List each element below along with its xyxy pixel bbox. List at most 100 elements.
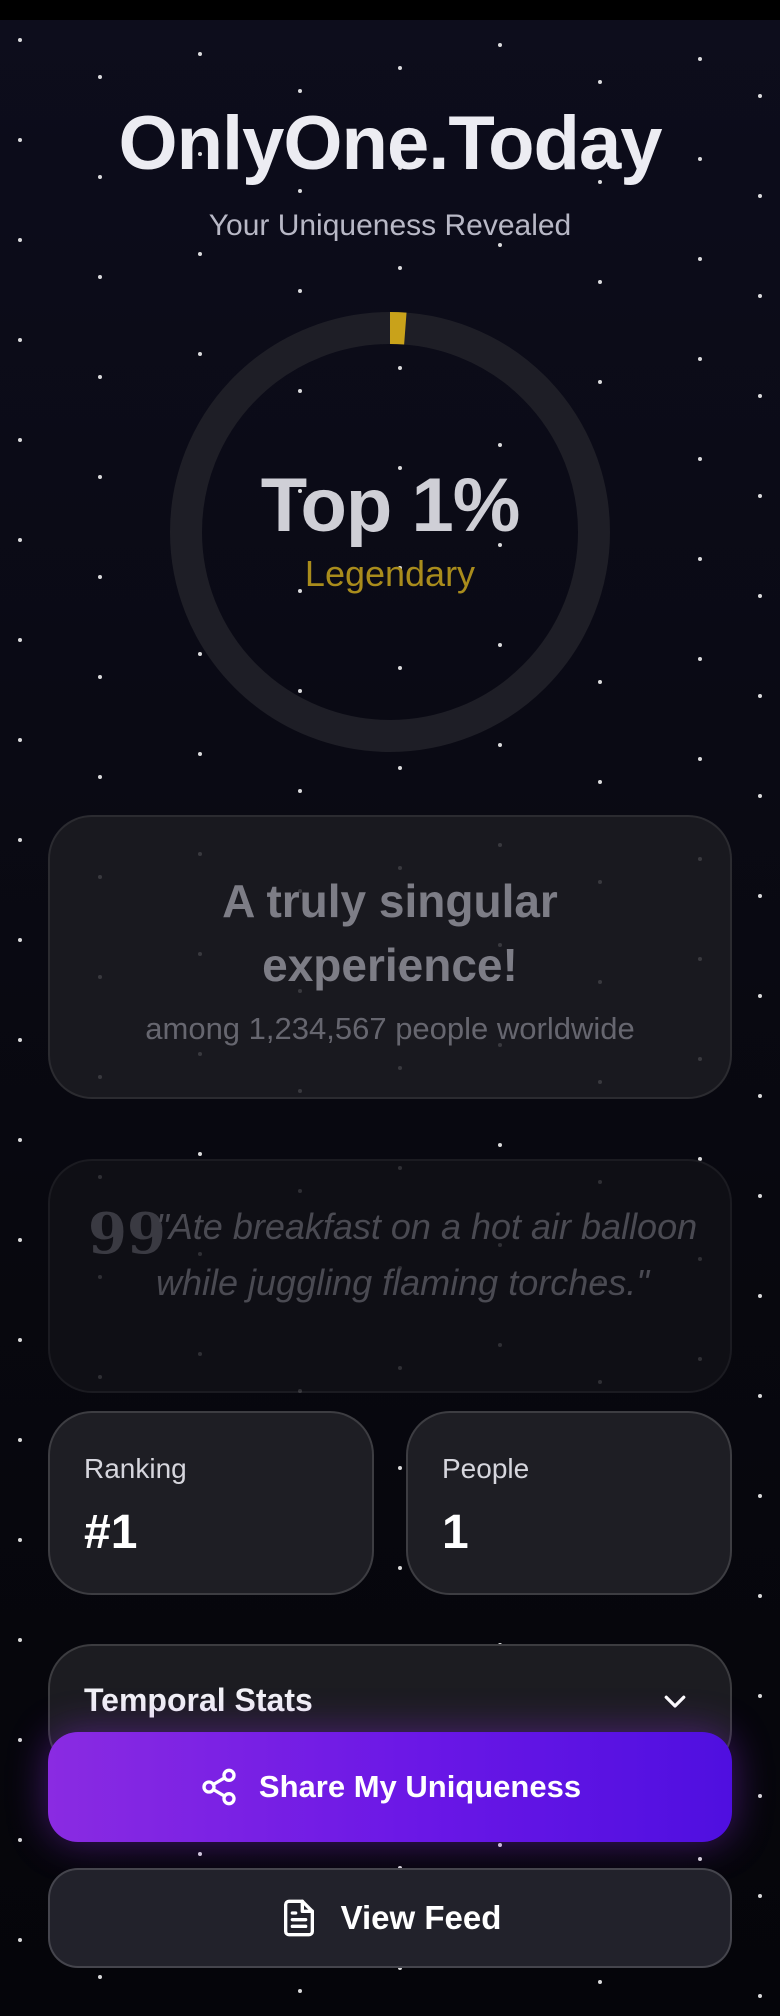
star-dot <box>698 257 702 261</box>
star-dot <box>18 938 22 942</box>
star-dot <box>698 357 702 361</box>
star-dot <box>698 457 702 461</box>
star-dot <box>758 994 762 998</box>
star-dot <box>18 1238 22 1242</box>
star-dot <box>498 43 502 47</box>
star-dot <box>758 1694 762 1698</box>
temporal-stats-title: Temporal Stats <box>84 1682 313 1718</box>
star-dot <box>198 1852 202 1856</box>
status-bar <box>0 0 780 20</box>
star-dot <box>298 89 302 93</box>
chevron-down-icon[interactable] <box>660 1686 690 1716</box>
message-card: A truly singular experience! among 1,234… <box>48 815 732 1099</box>
star-dot <box>398 1466 402 1470</box>
star-dot <box>758 794 762 798</box>
star-dot <box>398 266 402 270</box>
people-value: 1 <box>442 1506 469 1559</box>
star-dot <box>18 1138 22 1142</box>
star-dot <box>698 757 702 761</box>
ring-center: Top 1% Legendary <box>170 462 610 595</box>
star-dot <box>698 557 702 561</box>
star-dot <box>98 1975 102 1979</box>
star-dot <box>758 1194 762 1198</box>
star-dot <box>758 294 762 298</box>
star-dot <box>398 66 402 70</box>
star-dot <box>98 775 102 779</box>
star-dot <box>698 1857 702 1861</box>
star-dot <box>18 1438 22 1442</box>
star-dot <box>598 80 602 84</box>
star-dot <box>398 1566 402 1570</box>
star-dot <box>598 280 602 284</box>
uniqueness-ring: Top 1% Legendary <box>170 312 610 752</box>
star-dot <box>758 1594 762 1598</box>
star-dot <box>758 1494 762 1498</box>
star-dot <box>198 252 202 256</box>
star-dot <box>298 289 302 293</box>
message-subtitle: among 1,234,567 people worldwide <box>145 1011 635 1046</box>
star-dot <box>758 694 762 698</box>
app-subtitle: Your Uniqueness Revealed <box>208 209 572 242</box>
star-dot <box>98 575 102 579</box>
star-dot <box>758 494 762 498</box>
star-dot <box>98 375 102 379</box>
star-dot <box>198 52 202 56</box>
document-icon <box>279 1898 319 1938</box>
header: OnlyOne.Today Your Uniqueness Revealed <box>0 100 780 243</box>
star-dot <box>758 94 762 98</box>
star-dot <box>298 1989 302 1993</box>
star-dot <box>98 275 102 279</box>
star-dot <box>18 1938 22 1942</box>
star-dot <box>498 1143 502 1147</box>
star-dot <box>18 538 22 542</box>
star-dot <box>18 1538 22 1542</box>
star-dot <box>18 1038 22 1042</box>
people-label: People <box>442 1453 530 1484</box>
star-dot <box>18 638 22 642</box>
ranking-stat-card: Ranking #1 <box>48 1411 374 1595</box>
share-icon <box>199 1767 239 1807</box>
quote-text: "Ate breakfast on a hot air balloon whil… <box>156 1206 698 1303</box>
star-dot <box>18 438 22 442</box>
rank-tier: Legendary <box>304 553 476 594</box>
star-dot <box>18 1338 22 1342</box>
people-stat-card: People 1 <box>406 1411 732 1595</box>
star-dot <box>758 1794 762 1798</box>
star-dot <box>18 338 22 342</box>
rank-percentile: Top 1% <box>260 463 521 548</box>
star-dot <box>98 475 102 479</box>
star-dot <box>498 1843 502 1847</box>
star-dot <box>98 675 102 679</box>
star-dot <box>758 394 762 398</box>
star-dot <box>18 1738 22 1742</box>
quote-card: 99 "Ate breakfast on a hot air balloon w… <box>48 1159 732 1393</box>
star-dot <box>598 1980 602 1984</box>
star-dot <box>758 1394 762 1398</box>
star-dot <box>18 738 22 742</box>
share-button-label: Share My Uniqueness <box>258 1769 582 1804</box>
view-feed-button[interactable]: View Feed <box>48 1868 732 1968</box>
share-button[interactable]: Share My Uniqueness <box>48 1732 732 1842</box>
star-dot <box>758 1894 762 1898</box>
star-dot <box>198 1152 202 1156</box>
star-dot <box>698 57 702 61</box>
star-dot <box>758 1094 762 1098</box>
star-dot <box>18 838 22 842</box>
star-dot <box>198 752 202 756</box>
star-dot <box>758 1994 762 1998</box>
star-dot <box>758 1294 762 1298</box>
star-dot <box>18 38 22 42</box>
star-dot <box>398 766 402 770</box>
star-dot <box>498 243 502 247</box>
star-dot <box>18 1638 22 1642</box>
quote-icon: 99 <box>88 1201 166 1267</box>
ranking-label: Ranking <box>84 1453 187 1484</box>
star-dot <box>18 1838 22 1842</box>
star-dot <box>758 894 762 898</box>
star-dot <box>98 75 102 79</box>
star-dot <box>598 780 602 784</box>
star-dot <box>698 657 702 661</box>
ranking-value: #1 <box>84 1506 138 1559</box>
app-title: OnlyOne.Today <box>118 101 662 186</box>
view-feed-label: View Feed <box>340 1899 502 1936</box>
